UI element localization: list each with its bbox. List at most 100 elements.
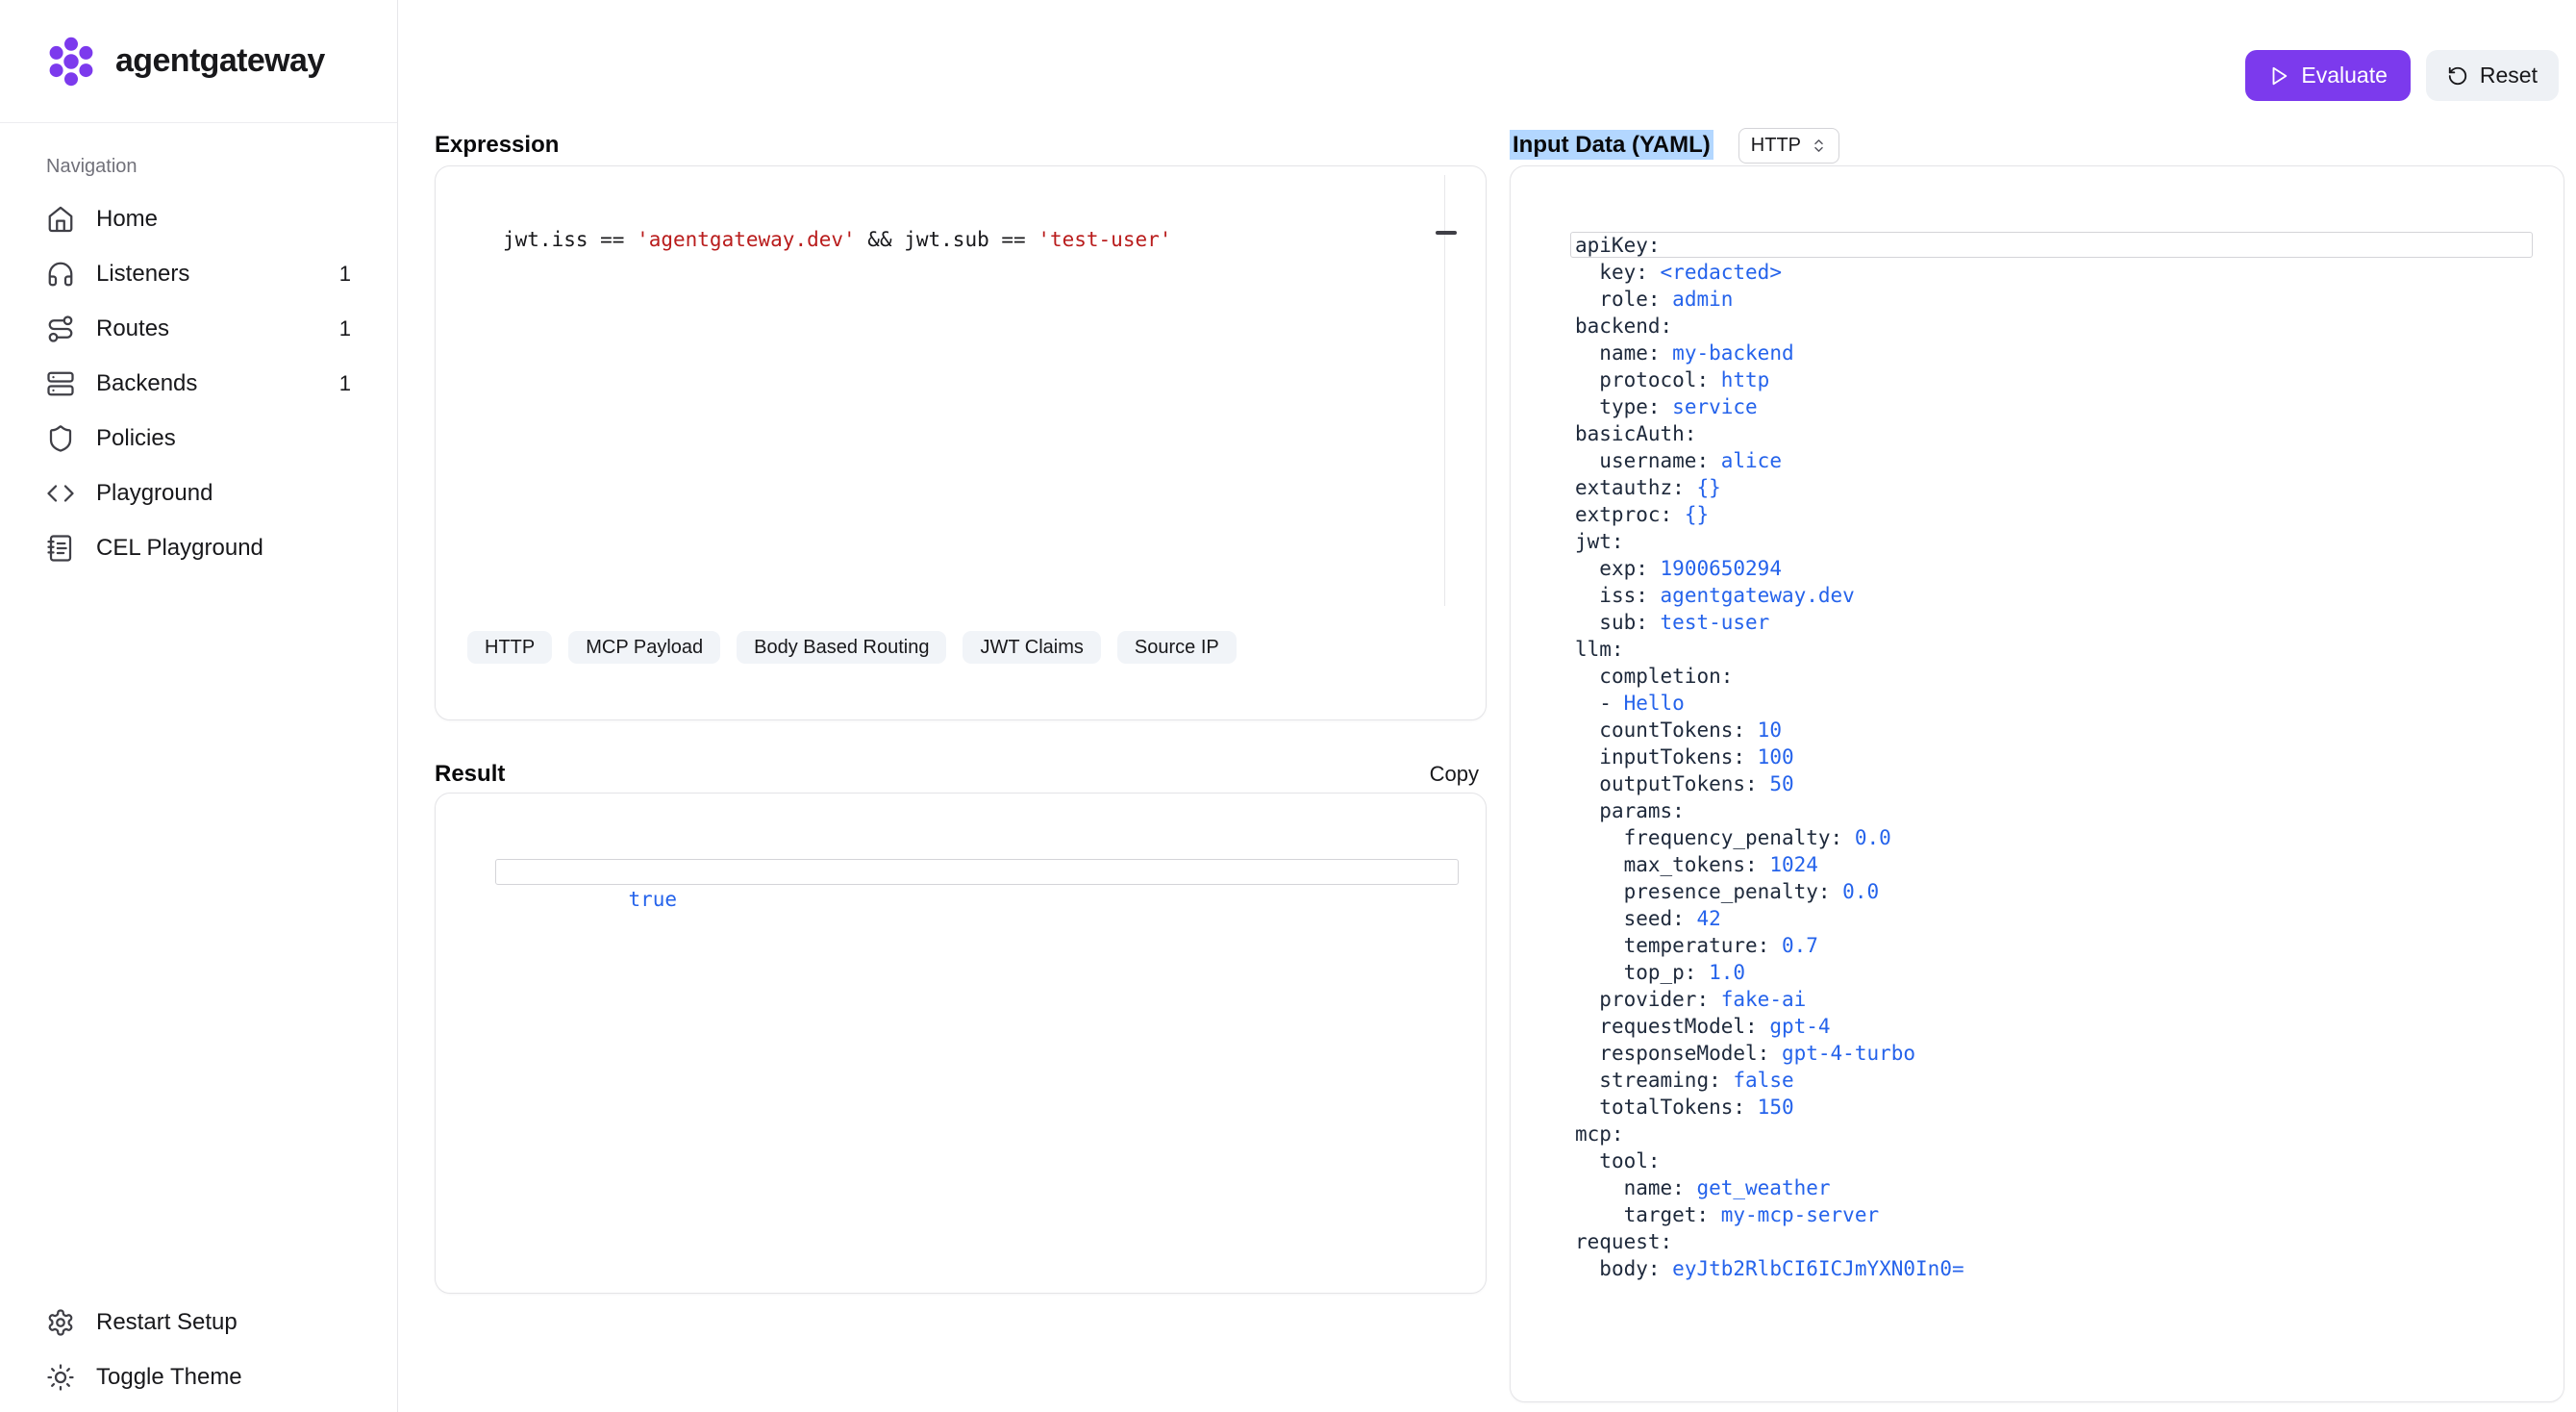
sidebar-item-listeners[interactable]: Listeners1 bbox=[19, 246, 378, 301]
sidebar-item-restart-setup[interactable]: Restart Setup bbox=[19, 1295, 378, 1349]
yaml-key: backend: bbox=[1575, 315, 1672, 338]
chevrons-up-down-icon bbox=[1811, 138, 1827, 154]
yaml-key: name: bbox=[1624, 1176, 1685, 1199]
nav-list: Home Listeners1Routes1Backends1Policies Pl… bbox=[0, 191, 397, 575]
expression-example-tags: HTTP MCP Payload Body Based Routing JWT Cla… bbox=[467, 631, 1237, 664]
yaml-value: 0.0 bbox=[1855, 826, 1891, 849]
nav-section-label: Navigation bbox=[46, 156, 397, 178]
sidebar-item-cel-playground[interactable]: CEL Playground bbox=[19, 520, 378, 575]
yaml-key: top_p: bbox=[1624, 961, 1697, 984]
yaml-key: apiKey: bbox=[1575, 234, 1661, 257]
yaml-value: http bbox=[1721, 368, 1770, 391]
yaml-line: jwt: bbox=[1570, 528, 2533, 555]
yaml-value: fake-ai bbox=[1721, 988, 1807, 1011]
sidebar-item-home[interactable]: Home bbox=[19, 191, 378, 246]
yaml-line: responseModel: gpt-4-turbo bbox=[1570, 1040, 2533, 1067]
sidebar-item-label: Home bbox=[96, 206, 158, 233]
editor-scrollbar-thumb[interactable] bbox=[1436, 231, 1457, 235]
example-tag-http[interactable]: HTTP bbox=[467, 631, 552, 664]
yaml-key: sub: bbox=[1599, 611, 1648, 634]
yaml-key: name: bbox=[1599, 341, 1660, 365]
example-tag-body-based-routing[interactable]: Body Based Routing bbox=[737, 631, 946, 664]
yaml-key: temperature: bbox=[1624, 934, 1770, 957]
yaml-key: totalTokens: bbox=[1599, 1096, 1745, 1119]
brand-name: agentgateway bbox=[115, 42, 325, 80]
sidebar: agentgateway Navigation Home Listeners1Ro… bbox=[0, 0, 398, 1412]
evaluate-label: Evaluate bbox=[2301, 63, 2388, 88]
sidebar-item-playground[interactable]: Playground bbox=[19, 466, 378, 520]
input-title-text: Input Data (YAML) bbox=[1510, 130, 1713, 160]
sidebar-item-toggle-theme[interactable]: Toggle Theme bbox=[19, 1349, 378, 1404]
expression-token: 'test-user' bbox=[1038, 228, 1171, 251]
yaml-key: completion: bbox=[1599, 665, 1733, 688]
yaml-value: 1.0 bbox=[1709, 961, 1745, 984]
yaml-line: presence_penalty: 0.0 bbox=[1570, 878, 2533, 905]
yaml-key: seed: bbox=[1624, 907, 1685, 930]
yaml-line: role: admin bbox=[1570, 286, 2533, 313]
home-icon bbox=[46, 205, 75, 234]
yaml-value: gpt-4-turbo bbox=[1782, 1042, 1915, 1065]
brand[interactable]: agentgateway bbox=[0, 0, 397, 123]
sidebar-item-policies[interactable]: Policies bbox=[19, 411, 378, 466]
yaml-value: 42 bbox=[1696, 907, 1720, 930]
expression-code-input[interactable]: jwt.iss == 'agentgateway.dev' && jwt.sub… bbox=[503, 226, 1171, 253]
result-value: true bbox=[628, 888, 677, 911]
sidebar-item-backends[interactable]: Backends1 bbox=[19, 356, 378, 411]
yaml-line: mcp: bbox=[1570, 1121, 2533, 1147]
yaml-key: outputTokens: bbox=[1599, 772, 1757, 795]
yaml-line: completion: bbox=[1570, 663, 2533, 690]
yaml-value: Hello bbox=[1624, 692, 1685, 715]
example-tag-source-ip[interactable]: Source IP bbox=[1117, 631, 1237, 664]
yaml-value: 1900650294 bbox=[1661, 557, 1782, 580]
yaml-line: - Hello bbox=[1570, 690, 2533, 717]
yaml-key: mcp: bbox=[1575, 1122, 1624, 1146]
copy-button[interactable]: Copy bbox=[1422, 762, 1487, 787]
headphones-icon bbox=[46, 260, 75, 289]
yaml-line: apiKey: bbox=[1570, 232, 2533, 259]
yaml-value: 50 bbox=[1769, 772, 1793, 795]
sidebar-item-label: Playground bbox=[96, 480, 213, 507]
yaml-value: get_weather bbox=[1696, 1176, 1830, 1199]
editor-scrollbar[interactable] bbox=[1444, 175, 1445, 606]
example-tag-mcp-payload[interactable]: MCP Payload bbox=[568, 631, 720, 664]
input-yaml-editor-card: apiKey: key: <redacted> role: adminbacke… bbox=[1510, 165, 2564, 1402]
yaml-key: inputTokens: bbox=[1599, 745, 1745, 769]
sidebar-item-label: Toggle Theme bbox=[96, 1364, 242, 1391]
yaml-key: key: bbox=[1599, 261, 1648, 284]
input-type-select[interactable]: HTTP bbox=[1738, 128, 1839, 164]
evaluate-button[interactable]: Evaluate bbox=[2245, 50, 2411, 101]
sidebar-item-count: 1 bbox=[339, 316, 351, 341]
yaml-line: extauthz: {} bbox=[1570, 474, 2533, 501]
yaml-line: totalTokens: 150 bbox=[1570, 1094, 2533, 1121]
yaml-line: extproc: {} bbox=[1570, 501, 2533, 528]
yaml-key: llm: bbox=[1575, 638, 1624, 661]
yaml-value: my-backend bbox=[1672, 341, 1793, 365]
sidebar-footer: Restart Setup Toggle Theme bbox=[0, 1295, 397, 1412]
sidebar-item-routes[interactable]: Routes1 bbox=[19, 301, 378, 356]
yaml-value: gpt-4 bbox=[1769, 1015, 1830, 1038]
yaml-line: name: my-backend bbox=[1570, 340, 2533, 366]
result-panel: true bbox=[435, 793, 1487, 1294]
yaml-key: max_tokens: bbox=[1624, 853, 1758, 876]
yaml-key: basicAuth: bbox=[1575, 422, 1696, 445]
example-tag-jwt-claims[interactable]: JWT Claims bbox=[963, 631, 1100, 664]
yaml-code-input[interactable]: apiKey: key: <redacted> role: adminbacke… bbox=[1570, 232, 2533, 1282]
yaml-line: tool: bbox=[1570, 1147, 2533, 1174]
result-title: Result bbox=[435, 761, 505, 788]
yaml-value: 0.7 bbox=[1782, 934, 1818, 957]
yaml-line: inputTokens: 100 bbox=[1570, 744, 2533, 770]
yaml-line: top_p: 1.0 bbox=[1570, 959, 2533, 986]
yaml-value: 150 bbox=[1758, 1096, 1794, 1119]
sidebar-item-count: 1 bbox=[339, 262, 351, 287]
expression-token: 'agentgateway.dev' bbox=[637, 228, 856, 251]
yaml-key: extproc: bbox=[1575, 503, 1672, 526]
yaml-key: role: bbox=[1599, 288, 1660, 311]
yaml-value: admin bbox=[1672, 288, 1733, 311]
code-icon bbox=[46, 479, 75, 508]
yaml-line: outputTokens: 50 bbox=[1570, 770, 2533, 797]
yaml-key: responseModel: bbox=[1599, 1042, 1769, 1065]
reset-button[interactable]: Reset bbox=[2426, 50, 2559, 101]
yaml-value: 10 bbox=[1758, 719, 1782, 742]
yaml-value: 100 bbox=[1758, 745, 1794, 769]
yaml-key: exp: bbox=[1599, 557, 1648, 580]
